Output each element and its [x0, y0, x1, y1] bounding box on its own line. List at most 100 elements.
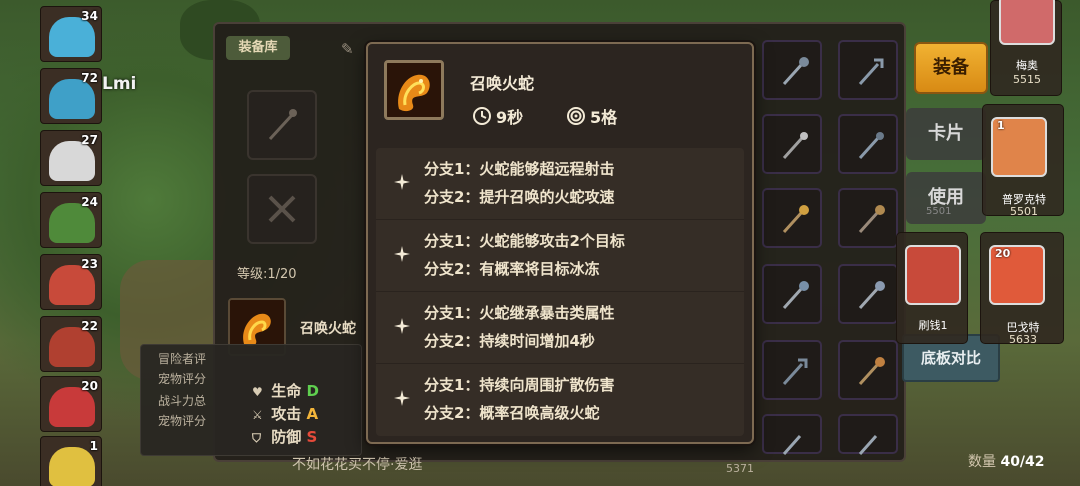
- branch-list: 分支1：火蛇能够超远程射击 分支2：提升召唤的火蛇攻速 分支1：火蛇能够攻击2个…: [376, 148, 744, 436]
- staff-icon: [782, 132, 808, 160]
- weapon-grid-slot[interactable]: [762, 340, 822, 400]
- sparkle-icon: [394, 246, 410, 262]
- hero-card[interactable]: 24: [40, 192, 102, 248]
- equip-button[interactable]: 装备: [914, 42, 988, 94]
- stat-grade: S: [306, 428, 318, 446]
- hero-portrait: [49, 265, 95, 305]
- branch-group: 分支1：持续向周围扩散伤害 分支2：概率召唤高级火蛇: [376, 364, 744, 436]
- cooldown-info: 9秒: [472, 104, 523, 128]
- hero-card[interactable]: 23: [40, 254, 102, 310]
- weapon-grid-slot[interactable]: [762, 40, 822, 100]
- weapon-grid-slot[interactable]: [762, 188, 822, 248]
- weapon-grid-slot[interactable]: [838, 40, 898, 100]
- stat-attack: ⚔ 攻击 A: [252, 403, 318, 424]
- hero-level: 20: [81, 379, 98, 393]
- staff-icon: [782, 205, 809, 234]
- stat-grade: A: [306, 405, 319, 423]
- hero-card[interactable]: 22: [40, 316, 102, 372]
- hero-portrait: [49, 203, 95, 243]
- weapon-grid-slot[interactable]: [762, 114, 822, 174]
- staff-icon: [858, 281, 885, 310]
- staff-icon: [782, 281, 809, 310]
- hero-portrait: [49, 17, 95, 57]
- branch-1-text: 分支1：火蛇继承暴击类属性: [424, 304, 615, 322]
- stat-grade: D: [306, 382, 319, 400]
- weapon-slot[interactable]: [247, 90, 317, 160]
- heart-icon: ♥: [252, 385, 263, 399]
- hero-card[interactable]: 34: [40, 6, 102, 62]
- branch-group: 分支1：火蛇能够超远程射击 分支2：提升召唤的火蛇攻速: [376, 148, 744, 220]
- character-level: 1: [997, 119, 1005, 132]
- hero-level: 24: [81, 195, 98, 209]
- branch-1-text: 分支1：火蛇能够攻击2个目标: [424, 232, 625, 250]
- hero-portrait: [49, 447, 95, 486]
- branch-2-text: 分支2：有概率将目标冰冻: [424, 260, 600, 278]
- weapon-grid-slot[interactable]: [838, 188, 898, 248]
- hero-card[interactable]: 1: [40, 436, 102, 486]
- character-level: 20: [995, 247, 1011, 260]
- staff-icon: [268, 109, 297, 141]
- branch-group: 分支1：火蛇能够攻击2个目标 分支2：有概率将目标冰冻: [376, 220, 744, 292]
- branch-2-text: 分支2：持续时间增加4秒: [424, 332, 595, 350]
- character-card[interactable]: 20 巴戈特 5633: [980, 232, 1064, 346]
- sparkle-icon: [394, 174, 410, 190]
- character-card[interactable]: 刷钱1: [896, 232, 968, 344]
- stat-defense: ⛉ 防御 S: [252, 426, 317, 447]
- weapon-grid-slot[interactable]: [838, 264, 898, 324]
- branch-group: 分支1：火蛇继承暴击类属性 分支2：持续时间增加4秒: [376, 292, 744, 364]
- stat-caption: 冒险者评: [158, 352, 207, 366]
- character-card[interactable]: 梅奥 5515: [990, 0, 1062, 96]
- inventory-count: 数量 40/42: [968, 451, 1045, 471]
- character-name: 梅奥: [1016, 59, 1038, 72]
- stat-label: 生命: [271, 382, 302, 400]
- hero-portrait: [49, 387, 95, 427]
- clock-icon: [473, 107, 491, 125]
- weapon-grid-slot[interactable]: [838, 114, 898, 174]
- character-card[interactable]: 1 普罗克特 5501: [982, 104, 1064, 218]
- hero-card[interactable]: 27: [40, 130, 102, 186]
- hero-list: 34 72 27 24 23 22 20 1: [40, 0, 102, 486]
- hero-card[interactable]: 20: [40, 376, 102, 432]
- character-power: 5501: [1010, 205, 1038, 218]
- hero-portrait: [49, 327, 95, 367]
- accessory-slot[interactable]: [247, 174, 317, 244]
- hero-portrait: [49, 141, 95, 181]
- stat-caption: 战斗力总: [158, 394, 207, 408]
- character-portrait: [905, 245, 961, 305]
- weapon-grid-slot[interactable]: [838, 414, 898, 455]
- weapon-grid-slot[interactable]: [762, 414, 822, 455]
- trident-icon: [782, 358, 808, 386]
- stat-label: 防御: [271, 428, 302, 446]
- branch-2-text: 分支2：概率召唤高级火蛇: [424, 404, 600, 422]
- marquee-hint: 不如花花买不停·爱逛: [292, 457, 423, 473]
- tab-equipment-library[interactable]: 装备库: [226, 36, 290, 60]
- character-power: 5515: [1013, 73, 1041, 86]
- staff-icon: [858, 357, 885, 386]
- character-power: 5633: [1009, 333, 1037, 346]
- hero-level: 27: [81, 133, 98, 147]
- sparkle-icon: [394, 318, 410, 334]
- character-portrait: [999, 0, 1055, 45]
- use-sub-value: 5501: [926, 206, 952, 217]
- level-label: 等级:1/20: [237, 267, 297, 282]
- stat-caption: 宠物评分: [158, 372, 207, 386]
- pencil-icon[interactable]: ✎: [341, 40, 354, 58]
- stat-caption: 宠物评分: [158, 414, 207, 428]
- fire-serpent-icon: [384, 60, 444, 120]
- range-value: 5格: [590, 108, 618, 127]
- staff-icon: [858, 132, 884, 160]
- weapon-grid-slot[interactable]: [838, 340, 898, 400]
- trident-icon: [858, 58, 884, 86]
- weapon-power: 5371: [726, 462, 754, 475]
- skill-name: 召唤火蛇: [300, 321, 356, 337]
- card-button[interactable]: 卡片: [906, 108, 986, 160]
- staff-icon: [858, 435, 878, 455]
- count-value: 40/42: [1000, 454, 1045, 470]
- character-name: 刷钱1: [918, 319, 948, 332]
- hero-level: 23: [81, 257, 98, 271]
- weapon-grid-slot[interactable]: [762, 264, 822, 324]
- hero-card[interactable]: 72: [40, 68, 102, 124]
- staff-icon: [858, 205, 885, 234]
- branch-1-text: 分支1：火蛇能够超远程射击: [424, 160, 615, 178]
- hero-level: 22: [81, 319, 98, 333]
